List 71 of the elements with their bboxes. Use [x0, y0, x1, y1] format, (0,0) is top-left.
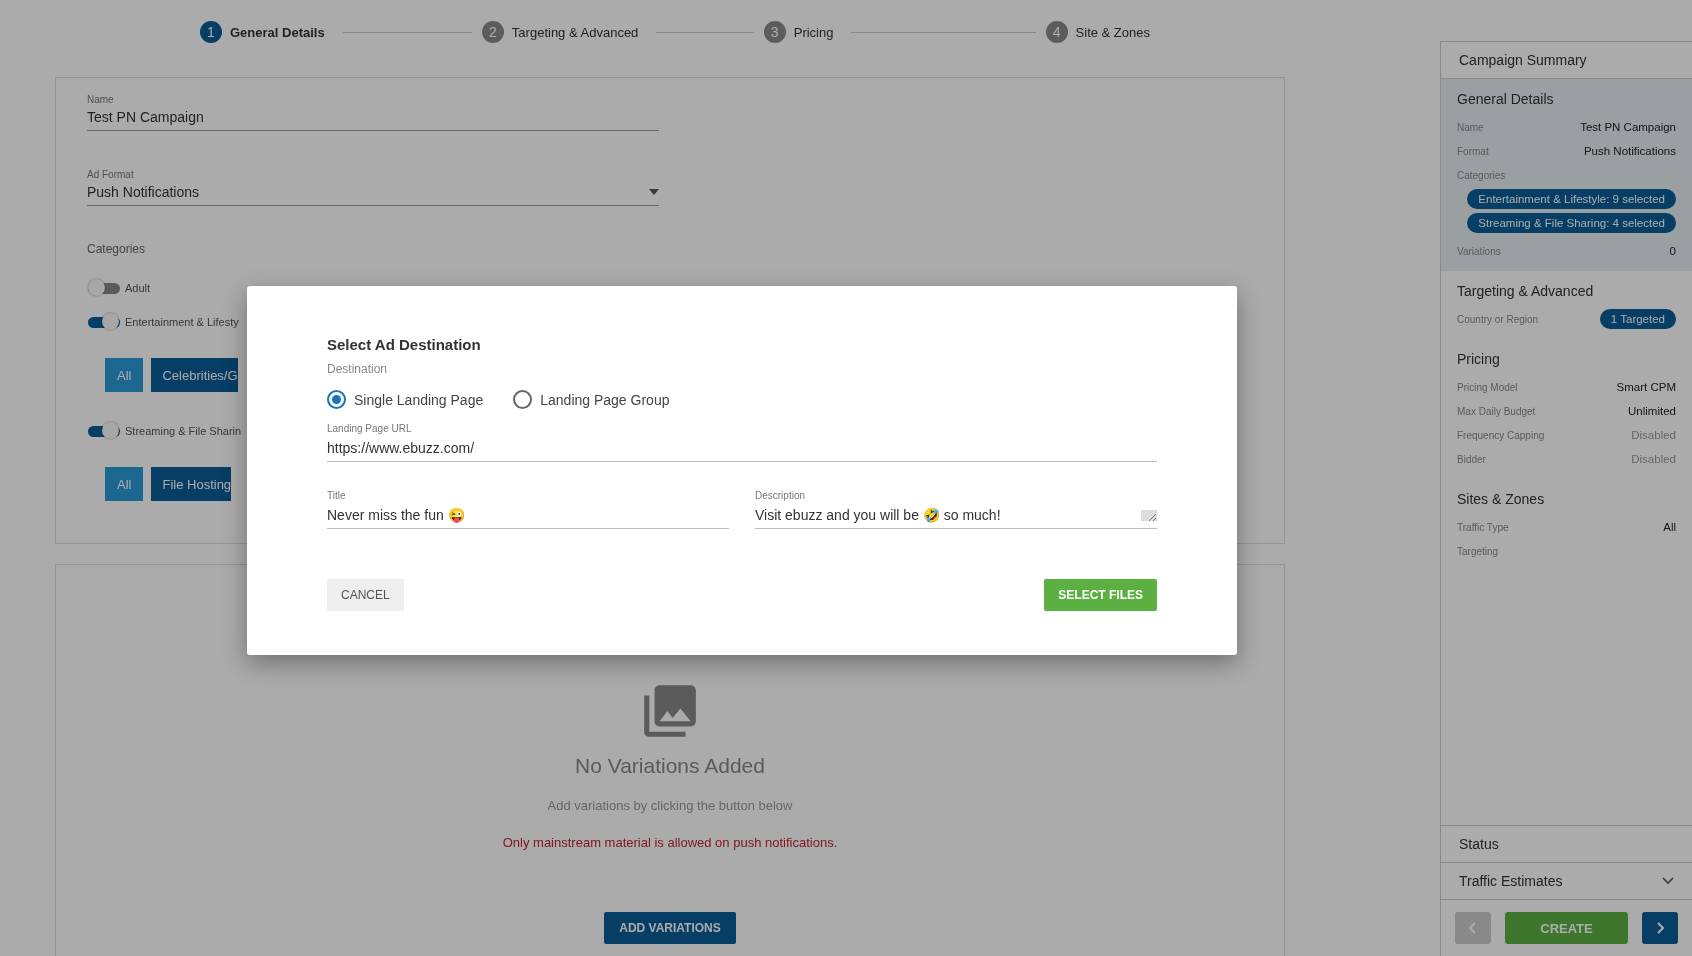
caret-icon [649, 189, 659, 195]
status-title: Status [1459, 836, 1499, 852]
toggle-switch[interactable] [87, 278, 121, 298]
section-title: Sites & Zones [1457, 491, 1546, 507]
category-pill: Entertainment & Lifestyle: 9 selected [1467, 189, 1676, 209]
summary-value: Disabled [1631, 453, 1676, 465]
resize-handle-icon [1141, 509, 1157, 521]
step-number: 3 [763, 21, 786, 43]
summary-label: Frequency Capping [1457, 429, 1545, 441]
field-label: Title [327, 490, 347, 501]
summary-value: Test PN Campaign [1580, 121, 1676, 133]
empty-title: No Variations Added [575, 754, 765, 778]
summary-value: Unlimited [1628, 405, 1676, 417]
step-number: 2 [481, 21, 504, 43]
step-label[interactable]: Pricing [793, 24, 834, 40]
dialog-title: Select Ad Destination [327, 336, 482, 353]
field-label: Ad Format [87, 169, 135, 180]
status-bar[interactable]: Status [1441, 825, 1692, 862]
summary-value: 0 [1669, 245, 1676, 257]
radio-option[interactable]: Single Landing Page [327, 390, 484, 409]
add-variations-button[interactable]: ADD VARIATIONS [604, 912, 736, 944]
section-title: Targeting & Advanced [1457, 283, 1595, 299]
targeted-pill: 1 Targeted [1599, 309, 1676, 329]
summary-label: Targeting [1457, 545, 1499, 557]
summary-label: Max Daily Budget [1457, 405, 1536, 417]
chevron-left-icon [1469, 922, 1477, 934]
summary-value: All [1663, 521, 1676, 533]
title-field[interactable]: Never miss the fun 😜 [327, 505, 729, 529]
step-label[interactable]: Targeting & Advanced [511, 24, 639, 40]
category-pill: Streaming & File Sharing: 4 selected [1467, 213, 1676, 233]
field-label: Description [755, 490, 807, 501]
step-label[interactable]: General Details [230, 24, 325, 40]
section-title: General Details [1457, 91, 1555, 107]
step-number: 4 [1045, 21, 1068, 43]
summary-value: Disabled [1631, 429, 1676, 441]
summary-label: Bidder [1457, 453, 1486, 465]
summary-label: Pricing Model [1457, 381, 1518, 393]
toggle-label: Entertainment & Lifesty [125, 316, 239, 328]
field-label: Name [87, 94, 115, 105]
toggle-label: Adult [125, 282, 151, 294]
destination-label: Destination [327, 362, 389, 376]
chevron-right-icon [1656, 922, 1664, 934]
summary-label: Traffic Type [1457, 521, 1509, 533]
toggle-switch[interactable] [87, 312, 121, 332]
summary-label: Country or Region [1457, 313, 1539, 325]
url-field[interactable]: https://www.ebuzz.com/ [327, 438, 1157, 462]
field-label: Landing Page URL [327, 423, 413, 434]
warning-text: Only mainstream material is allowed on push notifications. [502, 835, 838, 850]
ad-format-select[interactable]: Push Notifications [87, 184, 659, 206]
toggle-switch[interactable] [87, 421, 121, 441]
traffic-title: Traffic Estimates [1459, 873, 1563, 889]
summary-label: Name [1457, 121, 1484, 133]
summary-value: Smart CPM [1616, 381, 1676, 393]
summary-label: Format [1457, 145, 1489, 157]
empty-hint: Add variations by clicking the button below [547, 798, 793, 813]
category-chip[interactable]: Celebrities/G [151, 358, 238, 392]
toggle-label: Streaming & File Sharin [125, 425, 242, 437]
summary-label: Variations [1457, 245, 1501, 257]
radio-option[interactable]: Landing Page Group [513, 390, 670, 409]
section-title: Pricing [1457, 351, 1501, 367]
summary-value: Push Notifications [1583, 145, 1676, 157]
step-number: 1 [200, 21, 222, 43]
step-label[interactable]: Site & Zones [1075, 24, 1150, 40]
description-field[interactable]: Visit ebuzz and you will be 🤣 so much! [755, 505, 1157, 529]
traffic-estimates-bar[interactable]: Traffic Estimates [1441, 862, 1692, 899]
cancel-button[interactable]: CANCEL [327, 579, 404, 611]
next-button[interactable] [1642, 912, 1678, 944]
name-field[interactable]: Test PN Campaign [87, 109, 659, 131]
summary-label: Categories [1457, 169, 1506, 181]
categories-label: Categories [87, 242, 147, 256]
category-chip[interactable]: File Hosting [151, 467, 232, 501]
